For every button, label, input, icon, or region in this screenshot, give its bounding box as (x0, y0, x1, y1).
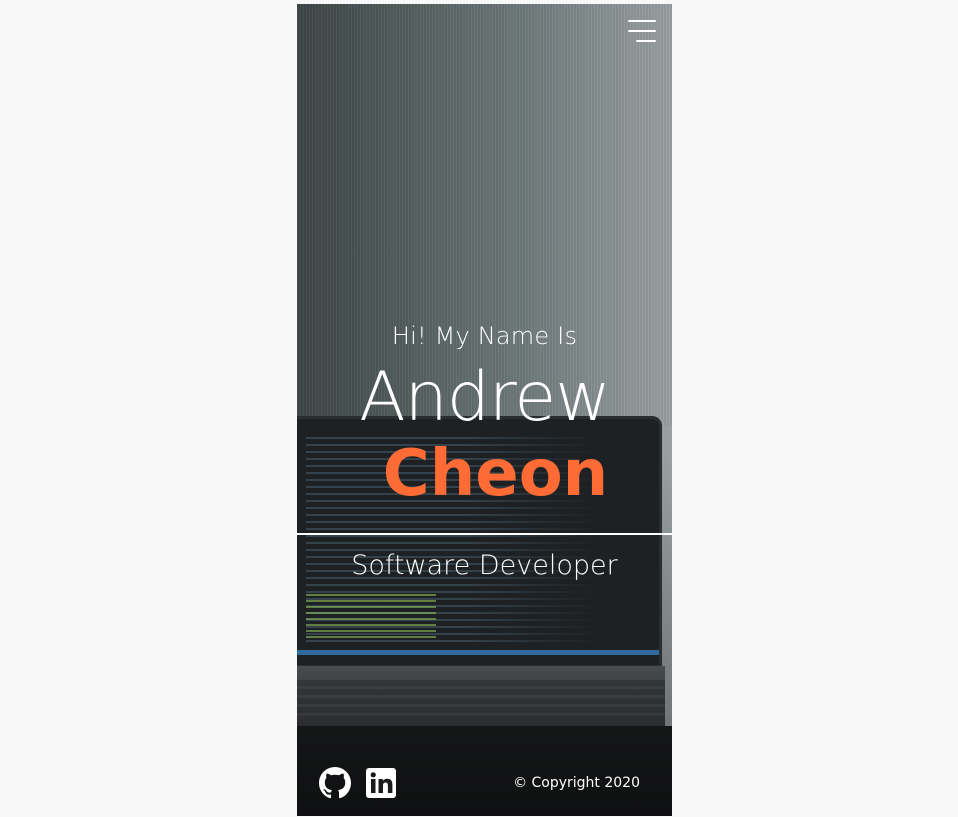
hero-section: Hi! My Name Is Andrew Cheon (297, 324, 672, 506)
github-icon[interactable] (319, 767, 351, 799)
hero-divider (297, 533, 672, 535)
laptop-keyboard-image (297, 666, 665, 726)
first-name-heading: Andrew (359, 358, 611, 437)
greeting-text: Hi! My Name Is (391, 322, 578, 350)
linkedin-icon[interactable] (365, 767, 397, 799)
hamburger-menu-icon[interactable] (626, 20, 656, 42)
mobile-viewport: Hi! My Name Is Andrew Cheon Software Dev… (297, 4, 672, 816)
last-name-heading: Cheon (382, 437, 609, 511)
social-links (319, 767, 397, 799)
role-subtitle: Software Developer (351, 550, 618, 581)
footer: © Copyright 2020 (319, 766, 640, 800)
copyright-text: © Copyright 2020 (513, 775, 640, 791)
